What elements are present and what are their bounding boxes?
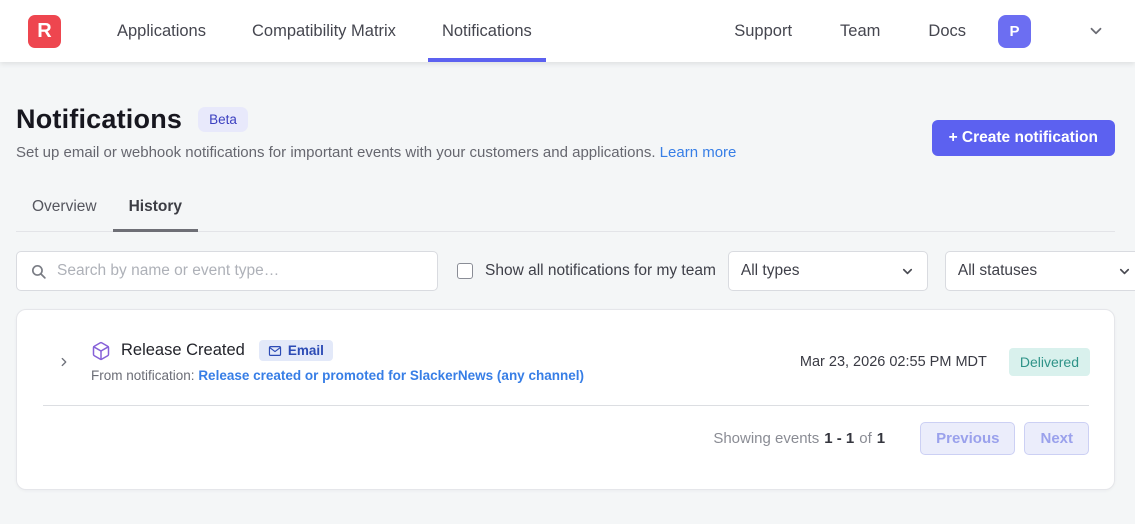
tab-overview[interactable]: Overview: [16, 188, 113, 232]
tab-history[interactable]: History: [113, 188, 198, 232]
beta-badge: Beta: [198, 107, 248, 132]
page-head-left: Notifications Beta Set up email or webho…: [16, 104, 736, 161]
next-button[interactable]: Next: [1024, 422, 1089, 455]
create-notification-button[interactable]: + Create notification: [932, 120, 1115, 156]
events-card: Release Created Email From notification:…: [16, 309, 1115, 490]
chevron-right-icon[interactable]: [53, 355, 75, 369]
pagination: Showing events 1 - 1 of 1 Previous Next: [17, 422, 1114, 455]
event-row: Release Created Email From notification:…: [17, 340, 1114, 383]
pagination-summary: Showing events 1 - 1 of 1: [713, 430, 885, 447]
channel-badge-label: Email: [288, 343, 324, 358]
envelope-icon: [268, 344, 282, 358]
primary-nav: Applications Compatibility Matrix Notifi…: [103, 0, 564, 62]
chevron-down-icon[interactable]: [1087, 22, 1105, 40]
search-icon: [30, 263, 47, 280]
learn-more-link[interactable]: Learn more: [660, 144, 737, 161]
filter-bar: Show all notifications for my team All t…: [16, 251, 1115, 291]
team-filter-checkbox[interactable]: [457, 263, 473, 279]
event-from-line: From notification: Release created or pr…: [91, 368, 584, 383]
replicated-logo-icon[interactable]: R: [28, 15, 61, 48]
app-window: R Applications Compatibility Matrix Noti…: [0, 0, 1135, 524]
top-nav: R Applications Compatibility Matrix Noti…: [0, 0, 1135, 62]
showing-prefix: Showing events: [713, 430, 819, 447]
search-box: [16, 251, 438, 291]
status-badge: Delivered: [1009, 348, 1090, 376]
showing-range: 1 - 1: [824, 430, 854, 447]
event-timestamp: Mar 23, 2026 02:55 PM MDT: [800, 354, 987, 370]
chevron-down-icon: [1117, 264, 1132, 279]
event-main: Release Created Email From notification:…: [91, 340, 584, 383]
notifications-page: Notifications Beta Set up email or webho…: [0, 104, 1135, 490]
previous-button[interactable]: Previous: [920, 422, 1015, 455]
user-avatar[interactable]: P: [998, 15, 1031, 48]
status-filter-select[interactable]: All statuses: [945, 251, 1135, 291]
secondary-nav: Support Team Docs P: [734, 0, 1105, 62]
search-input[interactable]: [57, 262, 424, 280]
team-filter-label[interactable]: Show all notifications for my team: [485, 262, 716, 280]
event-title-line: Release Created Email: [91, 340, 584, 361]
type-filter-select[interactable]: All types: [728, 251, 928, 291]
page-description-text: Set up email or webhook notifications fo…: [16, 144, 656, 161]
event-from-label: From notification:: [91, 368, 195, 383]
event-right: Mar 23, 2026 02:55 PM MDT Delivered: [800, 348, 1090, 376]
tab-bar: Overview History: [16, 188, 1115, 232]
status-filter-value: All statuses: [958, 262, 1037, 280]
nav-item-team[interactable]: Team: [840, 22, 880, 41]
nav-item-applications[interactable]: Applications: [103, 0, 220, 62]
chevron-down-icon: [900, 264, 915, 279]
event-title: Release Created: [121, 341, 245, 360]
nav-item-compatibility-matrix[interactable]: Compatibility Matrix: [238, 0, 410, 62]
nav-item-docs[interactable]: Docs: [928, 22, 966, 41]
page-title: Notifications: [16, 104, 182, 135]
channel-badge: Email: [259, 340, 333, 361]
page-head: Notifications Beta Set up email or webho…: [16, 104, 1115, 161]
page-description: Set up email or webhook notifications fo…: [16, 144, 736, 161]
package-icon: [91, 341, 111, 361]
type-filter-value: All types: [741, 262, 800, 280]
title-line: Notifications Beta: [16, 104, 736, 135]
nav-item-support[interactable]: Support: [734, 22, 792, 41]
divider: [43, 405, 1089, 406]
showing-total: 1: [877, 430, 885, 447]
showing-of: of: [859, 430, 872, 447]
nav-item-notifications[interactable]: Notifications: [428, 0, 546, 62]
event-source-link[interactable]: Release created or promoted for SlackerN…: [198, 368, 584, 383]
